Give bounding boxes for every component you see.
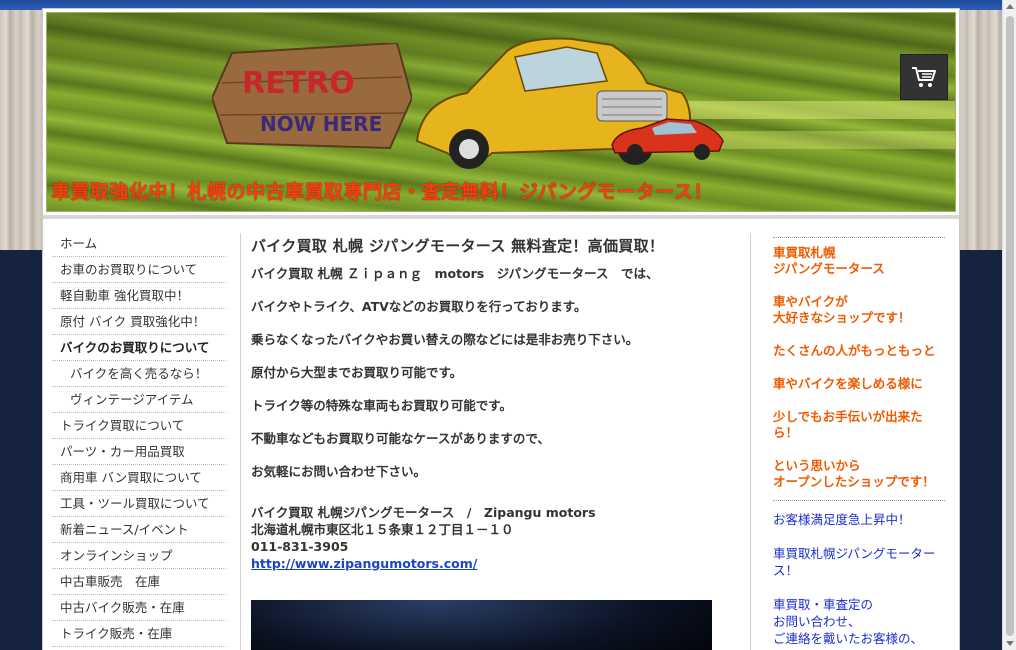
scroll-up-arrow-icon[interactable] <box>1006 4 1014 9</box>
body-paragraph: お気軽にお問い合わせ下さい。 <box>251 464 427 479</box>
sidebar-nav: ホーム お車のお買取りについて 軽自動車 強化買取中！ 原付 バイク 買取強化中… <box>52 231 226 647</box>
svg-text:RETRO: RETRO <box>242 66 355 101</box>
nav-item-news[interactable]: 新着ニュース/イベント <box>52 517 226 543</box>
sidebar-message: たくさんの人がもっともっと <box>773 343 945 359</box>
column-divider <box>750 233 751 650</box>
banner-title: 車買取強化中！札幌の中古車買取専門店・査定無料！ジパングモータース！ <box>51 181 713 203</box>
sidebar-rule <box>773 237 945 238</box>
nav-item-online-shop[interactable]: オンラインショップ <box>52 543 226 569</box>
sidebar-link-text[interactable]: お問い合わせ、 <box>773 613 945 630</box>
scroll-down-arrow-icon[interactable] <box>1006 641 1014 646</box>
nav-item-car-purchase[interactable]: お車のお買取りについて <box>52 257 226 283</box>
sidebar-text: という思いから <box>773 458 861 473</box>
column-divider <box>240 233 241 650</box>
sidebar-text: 車やバイクが <box>773 294 848 309</box>
page-scrollbar[interactable] <box>1002 0 1016 650</box>
sidebar-message: 車買取札幌 ジパングモータース <box>773 245 945 277</box>
nav-item-sell-bike-high[interactable]: バイクを高く売るなら！ <box>52 361 226 387</box>
retro-sign-image: RETRO NOW HERE <box>212 43 412 150</box>
header-divider <box>43 215 959 219</box>
body-paragraph: 原付から大型までお買取り可能です。 <box>251 365 463 380</box>
sidebar-rule <box>773 500 945 501</box>
shop-phone: 011-831-3905 <box>251 539 349 554</box>
shop-address-block: バイク買取 札幌ジパングモータース / Zipangu motors 北海道札幌… <box>251 504 741 572</box>
body-paragraph: 不動車などもお買取り可能なケースがありますので、 <box>251 431 550 446</box>
main-content: バイク買取 札幌 ジパングモータース 無料査定！高価買取！ バイク買取 札幌 Ｚ… <box>251 235 741 572</box>
nav-item-used-bike-stock[interactable]: 中古バイク販売・在庫 <box>52 595 226 621</box>
sidebar-link-block: 車買取・車査定の お問い合わせ、 ご連絡を戴いたお客様の、 <box>773 596 945 647</box>
nav-item-home[interactable]: ホーム <box>52 231 226 257</box>
sidebar-text: 少しでもお手伝いが出来たら！ <box>773 409 923 440</box>
sidebar-link-text[interactable]: 車買取・車査定の <box>773 596 945 613</box>
right-sidebar: 車買取札幌 ジパングモータース 車やバイクが 大好きなショップです！ たくさんの… <box>773 237 945 650</box>
nav-item-kei-car[interactable]: 軽自動車 強化買取中！ <box>52 283 226 309</box>
header-banner: RETRO NOW HERE 車買取強化中！札幌の中古車買取専門店・査定無料！ジ… <box>46 12 956 212</box>
sidebar-link-block: 車買取札幌ジパングモーター ス！ <box>773 545 945 579</box>
sidebar-text: 車やバイクを楽しめる様に <box>773 376 923 391</box>
nav-item-parts[interactable]: パーツ・カー用品買取 <box>52 439 226 465</box>
sidebar-message: 車やバイクを楽しめる様に <box>773 376 945 392</box>
body-paragraph: バイクやトライク、ATVなどのお買取りを行っております。 <box>251 299 587 314</box>
shop-name: バイク買取 札幌ジパングモータース / Zipangu motors <box>251 505 596 520</box>
svg-text:NOW HERE: NOW HERE <box>260 112 382 136</box>
body-paragraph: トライク等の特殊な車両もお買取り可能です。 <box>251 398 513 413</box>
nav-item-commercial[interactable]: 商用車 バン買取について <box>52 465 226 491</box>
sidebar-text: 車買取札幌 <box>773 245 836 260</box>
sidebar-message: という思いから オープンしたショップです！ <box>773 458 945 490</box>
cart-button[interactable] <box>900 54 948 100</box>
shopping-cart-icon <box>912 67 936 87</box>
sidebar-text: 大好きなショップです！ <box>773 310 911 325</box>
scrollbar-thumb[interactable] <box>1006 16 1014 636</box>
sidebar-message: 車やバイクが 大好きなショップです！ <box>773 294 945 326</box>
nav-item-used-car-stock[interactable]: 中古車販売 在庫 <box>52 569 226 595</box>
sidebar-text: オープンしたショップです！ <box>773 474 935 489</box>
sidebar-link-block: お客様満足度急上昇中！ <box>773 511 945 528</box>
sidebar-link-text[interactable]: ご連絡を戴いたお客様の、 <box>773 630 945 647</box>
page-container: RETRO NOW HERE 車買取強化中！札幌の中古車買取専門店・査定無料！ジ… <box>42 8 960 650</box>
shop-website-link[interactable]: http://www.zipangumotors.com/ <box>251 556 477 571</box>
nav-item-tools[interactable]: 工具・ツール買取について <box>52 491 226 517</box>
body-paragraph: 乗らなくなったバイクやお買い替えの際などには是非お売り下さい。 <box>251 332 639 347</box>
nav-item-scooter[interactable]: 原付 バイク 買取強化中！ <box>52 309 226 335</box>
nav-item-trike-stock[interactable]: トライク販売・在庫 <box>52 621 226 647</box>
sidebar-link-text[interactable]: お客様満足度急上昇中！ <box>773 511 945 528</box>
sidebar-text: たくさんの人がもっともっと <box>773 343 936 358</box>
sidebar-link-text[interactable]: ス！ <box>773 562 945 579</box>
motorcycle-photo <box>251 600 712 650</box>
page-title: バイク買取 札幌 ジパングモータース 無料査定！高価買取！ <box>251 237 665 255</box>
shop-address: 北海道札幌市東区北１５条東１２丁目１－１０ <box>251 522 514 537</box>
red-car-image <box>611 118 724 160</box>
nav-item-vintage[interactable]: ヴィンテージアイテム <box>52 387 226 413</box>
sidebar-text: ジパングモータース <box>773 261 885 276</box>
nav-item-bike-purchase[interactable]: バイクのお買取りについて <box>52 335 226 361</box>
nav-item-trike[interactable]: トライク買取について <box>52 413 226 439</box>
body-paragraph: バイク買取 札幌 Ｚｉｐａｎｇ motors ジパングモータース では、 <box>251 266 659 281</box>
sidebar-message: 少しでもお手伝いが出来たら！ <box>773 409 945 441</box>
sidebar-link-text[interactable]: 車買取札幌ジパングモーター <box>773 545 945 562</box>
